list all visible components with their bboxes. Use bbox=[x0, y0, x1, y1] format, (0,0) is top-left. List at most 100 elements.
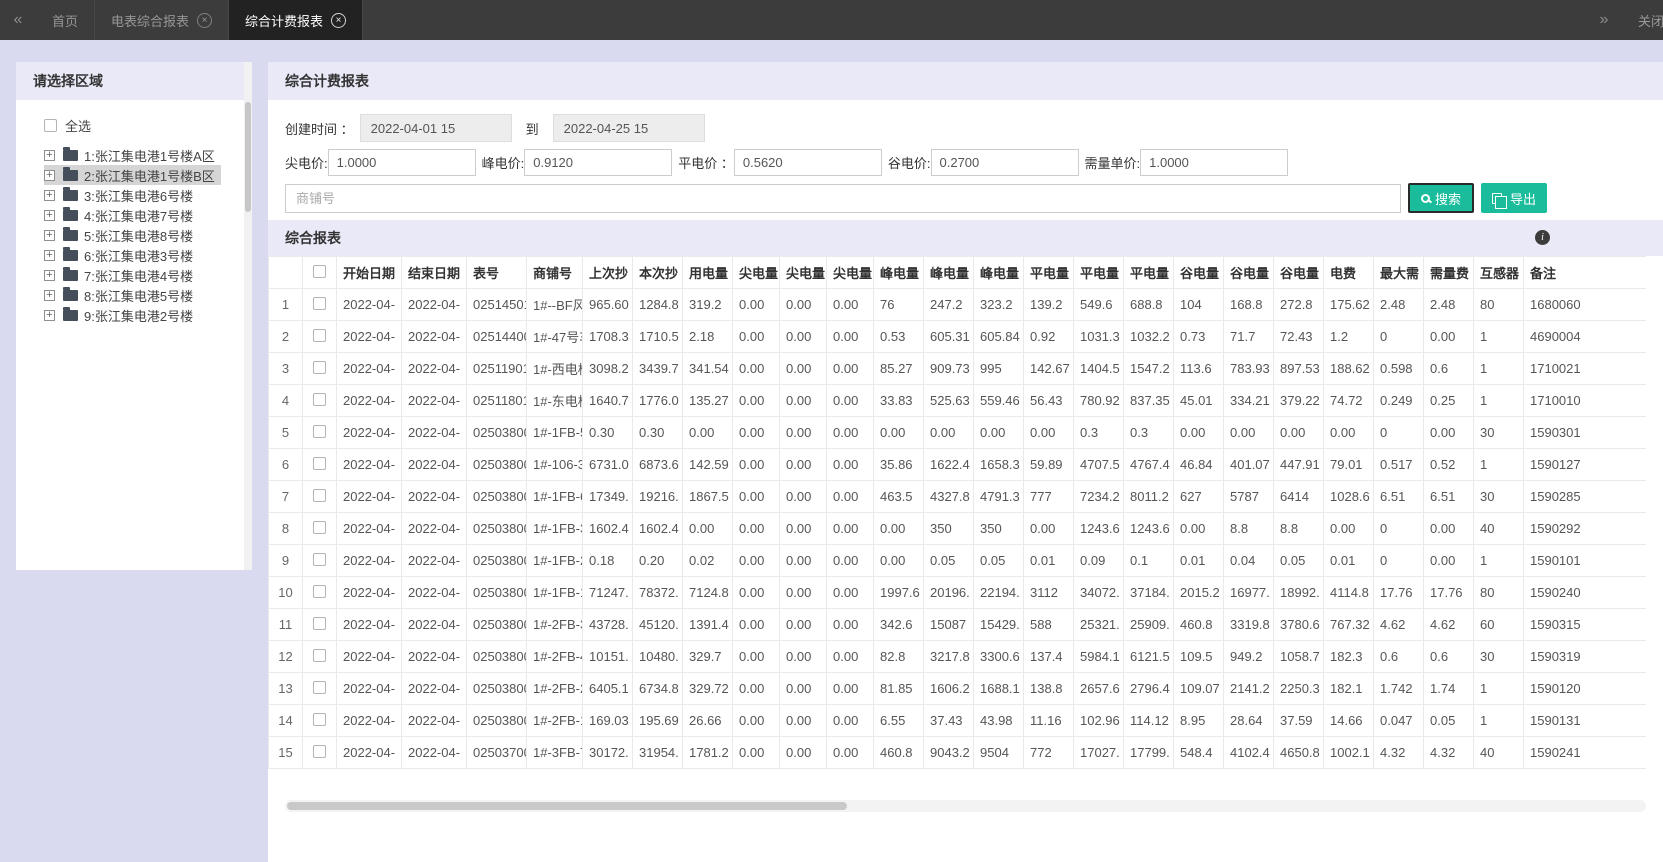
cell-col-0: 2022-04- bbox=[336, 608, 402, 641]
row-checkbox[interactable] bbox=[313, 392, 326, 406]
search-button[interactable]: 搜索 bbox=[1407, 183, 1474, 213]
info-icon[interactable]: i bbox=[1535, 230, 1550, 245]
cell-col-19: 767.32 bbox=[1323, 608, 1374, 641]
tree-item-0[interactable]: +1:张江集电港1号楼A区 bbox=[44, 145, 221, 165]
tab-close-icon[interactable]: × bbox=[331, 12, 347, 28]
scroll-tabs-left-icon[interactable]: « bbox=[0, 0, 36, 40]
row-checkbox[interactable] bbox=[313, 616, 326, 630]
expand-plus-icon[interactable]: + bbox=[44, 149, 55, 161]
close-operations-menu[interactable]: 关闭操 bbox=[1638, 11, 1663, 30]
export-button[interactable]: 导出 bbox=[1480, 183, 1547, 213]
cell-col-19: 0.00 bbox=[1323, 416, 1374, 449]
cell-col-0: 2022-04- bbox=[336, 544, 402, 577]
cell-col-20: 0 bbox=[1373, 320, 1424, 353]
cell-col-3: 1#-2FB-1 bbox=[526, 704, 583, 737]
select-all-row[interactable]: 全选 bbox=[44, 116, 91, 135]
cell-col-15: 837.35 bbox=[1123, 384, 1174, 417]
table-horizontal-scrollbar[interactable] bbox=[285, 800, 1646, 812]
price-input-0[interactable] bbox=[327, 149, 476, 176]
expand-plus-icon[interactable]: + bbox=[44, 209, 55, 221]
cell-col-10: 82.8 bbox=[873, 640, 924, 673]
price-input-1[interactable] bbox=[524, 149, 673, 176]
price-input-2[interactable] bbox=[733, 149, 882, 176]
row-checkbox[interactable] bbox=[313, 648, 326, 662]
tree-item-1[interactable]: +2:张江集电港1号楼B区 bbox=[44, 165, 221, 185]
expand-plus-icon[interactable]: + bbox=[44, 289, 55, 301]
report-section-title: 综合报表 bbox=[285, 230, 341, 246]
shop-number-input[interactable] bbox=[285, 183, 1401, 213]
date-to-input[interactable] bbox=[552, 114, 705, 142]
row-checkbox[interactable] bbox=[313, 680, 326, 694]
header-index-cell bbox=[268, 256, 303, 289]
cell-col-16: 0.01 bbox=[1173, 544, 1224, 577]
cell-col-10: 463.5 bbox=[873, 480, 924, 513]
tree-item-7[interactable]: +8:张江集电港5号楼 bbox=[44, 285, 199, 305]
cell-col-22: 40 bbox=[1473, 512, 1524, 545]
tree-item-6[interactable]: +7:张江集电港4号楼 bbox=[44, 265, 199, 285]
cell-col-4: 1640.7 bbox=[582, 384, 633, 417]
cell-col-14: 4707.5 bbox=[1073, 448, 1124, 481]
cell-col-18: 447.91 bbox=[1273, 448, 1324, 481]
row-checkbox[interactable] bbox=[313, 488, 326, 502]
sidebar-scrollbar[interactable] bbox=[244, 62, 252, 570]
row-checkbox[interactable] bbox=[313, 296, 326, 310]
row-checkbox[interactable] bbox=[313, 456, 326, 470]
cell-col-7: 0.00 bbox=[732, 608, 780, 641]
cell-col-20: 0.6 bbox=[1373, 640, 1424, 673]
cell-col-20: 0 bbox=[1373, 544, 1424, 577]
cell-col-17: 401.07 bbox=[1223, 448, 1274, 481]
cell-col-21: 0.00 bbox=[1423, 416, 1474, 449]
tree-item-5[interactable]: +6:张江集电港3号楼 bbox=[44, 245, 199, 265]
cell-col-16: 0.00 bbox=[1173, 512, 1224, 545]
tree-item-8[interactable]: +9:张江集电港2号楼 bbox=[44, 305, 199, 325]
expand-plus-icon[interactable]: + bbox=[44, 169, 55, 181]
cell-col-14: 102.96 bbox=[1073, 704, 1124, 737]
header-col-11: 峰电量 bbox=[923, 256, 974, 289]
cell-col-16: 0.00 bbox=[1173, 416, 1224, 449]
row-checkbox[interactable] bbox=[313, 328, 326, 342]
tab-2[interactable]: 综合计费报表 × bbox=[229, 0, 364, 40]
cell-col-3: 1#-2FB-4 bbox=[526, 640, 583, 673]
select-all-area-checkbox[interactable] bbox=[44, 119, 57, 132]
row-checkbox[interactable] bbox=[313, 360, 326, 374]
table-select-all-checkbox[interactable] bbox=[313, 264, 326, 278]
price-input-4[interactable] bbox=[1140, 149, 1289, 176]
tree-item-2[interactable]: +3:张江集电港6号楼 bbox=[44, 185, 199, 205]
cell-col-6: 329.7 bbox=[682, 640, 733, 673]
header-col-1: 结束日期 bbox=[401, 256, 467, 289]
header-col-5: 本次抄 bbox=[632, 256, 683, 289]
expand-plus-icon[interactable]: + bbox=[44, 249, 55, 261]
table-row: 42022-04-2022-04-025118011#-东电梯1640.7177… bbox=[268, 384, 1646, 417]
expand-plus-icon[interactable]: + bbox=[44, 269, 55, 281]
cell-col-1: 2022-04- bbox=[401, 352, 467, 385]
cell-col-18: 3780.6 bbox=[1273, 608, 1324, 641]
tab-1[interactable]: 电表综合报表 × bbox=[95, 0, 230, 40]
expand-plus-icon[interactable]: + bbox=[44, 189, 55, 201]
row-checkbox[interactable] bbox=[313, 584, 326, 598]
cell-col-14: 1031.3 bbox=[1073, 320, 1124, 353]
price-field-label: 尖电价: bbox=[285, 156, 328, 171]
scroll-tabs-right-icon[interactable]: » bbox=[1586, 11, 1622, 29]
cell-col-21: 17.76 bbox=[1423, 576, 1474, 609]
cell-col-7: 0.00 bbox=[732, 704, 780, 737]
cell-col-18: 18992. bbox=[1273, 576, 1324, 609]
table-horizontal-scrollbar-thumb[interactable] bbox=[287, 802, 847, 810]
cell-col-9: 0.00 bbox=[826, 640, 874, 673]
row-checkbox[interactable] bbox=[313, 744, 326, 758]
sidebar-scrollbar-thumb[interactable] bbox=[245, 102, 251, 212]
row-checkbox[interactable] bbox=[313, 424, 326, 438]
price-input-3[interactable] bbox=[930, 149, 1079, 176]
row-checkbox[interactable] bbox=[313, 712, 326, 726]
tree-item-3[interactable]: +4:张江集电港7号楼 bbox=[44, 205, 199, 225]
tab-0[interactable]: 首页 bbox=[36, 0, 96, 40]
tree-item-4[interactable]: +5:张江集电港8号楼 bbox=[44, 225, 199, 245]
date-from-input[interactable] bbox=[359, 114, 512, 142]
expand-plus-icon[interactable]: + bbox=[44, 309, 55, 321]
row-checkbox[interactable] bbox=[313, 520, 326, 534]
expand-plus-icon[interactable]: + bbox=[44, 229, 55, 241]
row-checkbox[interactable] bbox=[313, 552, 326, 566]
tab-close-icon[interactable]: × bbox=[197, 12, 213, 28]
cell-col-18: 0.05 bbox=[1273, 544, 1324, 577]
cell-col-4: 30172. bbox=[582, 736, 633, 769]
cell-col-22: 1 bbox=[1473, 672, 1524, 705]
